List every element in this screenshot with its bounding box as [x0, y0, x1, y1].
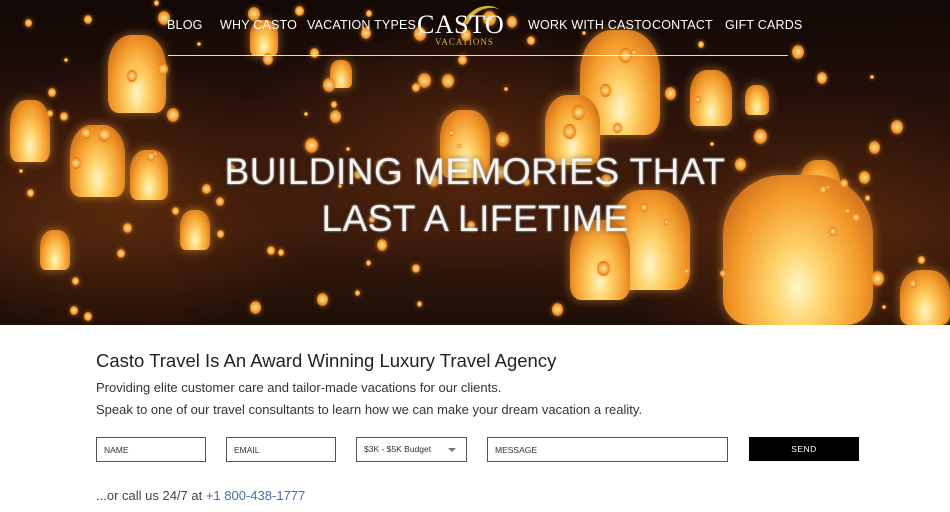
lantern-light [158, 63, 168, 75]
lantern-light [267, 246, 275, 255]
chevron-down-icon [448, 448, 456, 452]
hero-line-2: LAST A LIFETIME [321, 198, 629, 239]
lantern-light [572, 105, 585, 120]
lantern-light [552, 303, 563, 316]
top-navigation: BLOG WHY CASTO VACATION TYPES CASTO VACA… [0, 0, 950, 56]
lantern-light [117, 249, 125, 258]
lantern-light [366, 260, 371, 266]
lantern-light [330, 110, 341, 123]
hero-line-1: BUILDING MEMORIES THAT [224, 151, 726, 192]
lantern-light [504, 87, 508, 91]
lantern-light [909, 279, 917, 288]
intro-paragraph-1: Providing elite customer care and tailor… [96, 380, 502, 395]
lantern-light [710, 142, 714, 146]
nav-why-casto[interactable]: WHY CASTO [220, 18, 297, 32]
lantern-light [323, 78, 335, 92]
lantern-light [317, 293, 328, 306]
lantern-light [412, 83, 420, 92]
lantern-light [684, 268, 689, 274]
lantern-light [278, 249, 284, 256]
logo-name: CASTO [417, 10, 505, 39]
nav-gift-cards[interactable]: GIFT CARDS [725, 18, 802, 32]
lantern-light [458, 55, 467, 65]
lantern-light [563, 124, 576, 139]
name-field[interactable] [96, 437, 206, 462]
lantern-light [412, 264, 420, 273]
lantern-light [597, 261, 610, 276]
lantern-light [613, 123, 622, 133]
message-field[interactable] [487, 437, 728, 462]
intro-paragraph-2: Speak to one of our travel consultants t… [96, 402, 643, 417]
lantern-light [870, 75, 874, 79]
email-field[interactable] [226, 437, 336, 462]
nav-work-with-casto[interactable]: WORK WITH CASTO [528, 18, 652, 32]
lantern-light [84, 312, 92, 321]
lantern-light [496, 132, 509, 147]
lantern-light [665, 87, 676, 100]
lantern-light [695, 96, 701, 103]
lantern-light [900, 270, 950, 325]
lantern-light [331, 101, 337, 108]
phone-link[interactable]: +1 800-438-1777 [206, 488, 305, 503]
lantern-light [871, 271, 884, 286]
lantern-light [127, 70, 137, 82]
budget-select[interactable]: $3K - $5K Budget [356, 437, 467, 462]
lantern-light [47, 110, 53, 117]
lantern-light [72, 277, 79, 285]
lantern-light [417, 301, 422, 307]
lantern-light [918, 256, 925, 264]
lantern-light [745, 85, 769, 115]
send-button[interactable]: SEND [749, 437, 859, 461]
lantern-light [817, 72, 827, 84]
intro-headline: Casto Travel Is An Award Winning Luxury … [96, 350, 557, 371]
lantern-light [60, 112, 68, 121]
lantern-light [754, 129, 767, 144]
lantern-light [81, 127, 91, 139]
lantern-light [720, 270, 726, 277]
casto-vacations-logo[interactable]: CASTO VACATIONS [413, 2, 505, 48]
lantern-light [600, 84, 611, 97]
lantern-light [442, 74, 454, 88]
lantern-light [70, 306, 78, 315]
lantern-light [167, 108, 179, 122]
lantern-light [449, 130, 454, 136]
nav-blog[interactable]: BLOG [167, 18, 203, 32]
logo-subtitle: VACATIONS [435, 37, 494, 47]
call-prefix: ...or call us 24/7 at [96, 488, 206, 503]
call-line: ...or call us 24/7 at +1 800-438-1777 [96, 488, 305, 503]
lantern-light [891, 120, 903, 134]
nav-divider [168, 55, 788, 56]
nav-contact[interactable]: CONTACT [652, 18, 713, 32]
lantern-light [250, 301, 261, 314]
lantern-light [304, 112, 308, 116]
hero-headline: BUILDING MEMORIES THAT LAST A LIFETIME [0, 148, 950, 242]
nav-vacation-types[interactable]: VACATION TYPES [307, 18, 416, 32]
budget-select-value: $3K - $5K Budget [364, 444, 432, 454]
lantern-light [355, 290, 360, 296]
lantern-light [64, 58, 68, 62]
lantern-light [98, 127, 111, 142]
lantern-light [48, 88, 56, 97]
intro-section: Casto Travel Is An Award Winning Luxury … [96, 350, 876, 417]
lantern-light [882, 305, 886, 309]
